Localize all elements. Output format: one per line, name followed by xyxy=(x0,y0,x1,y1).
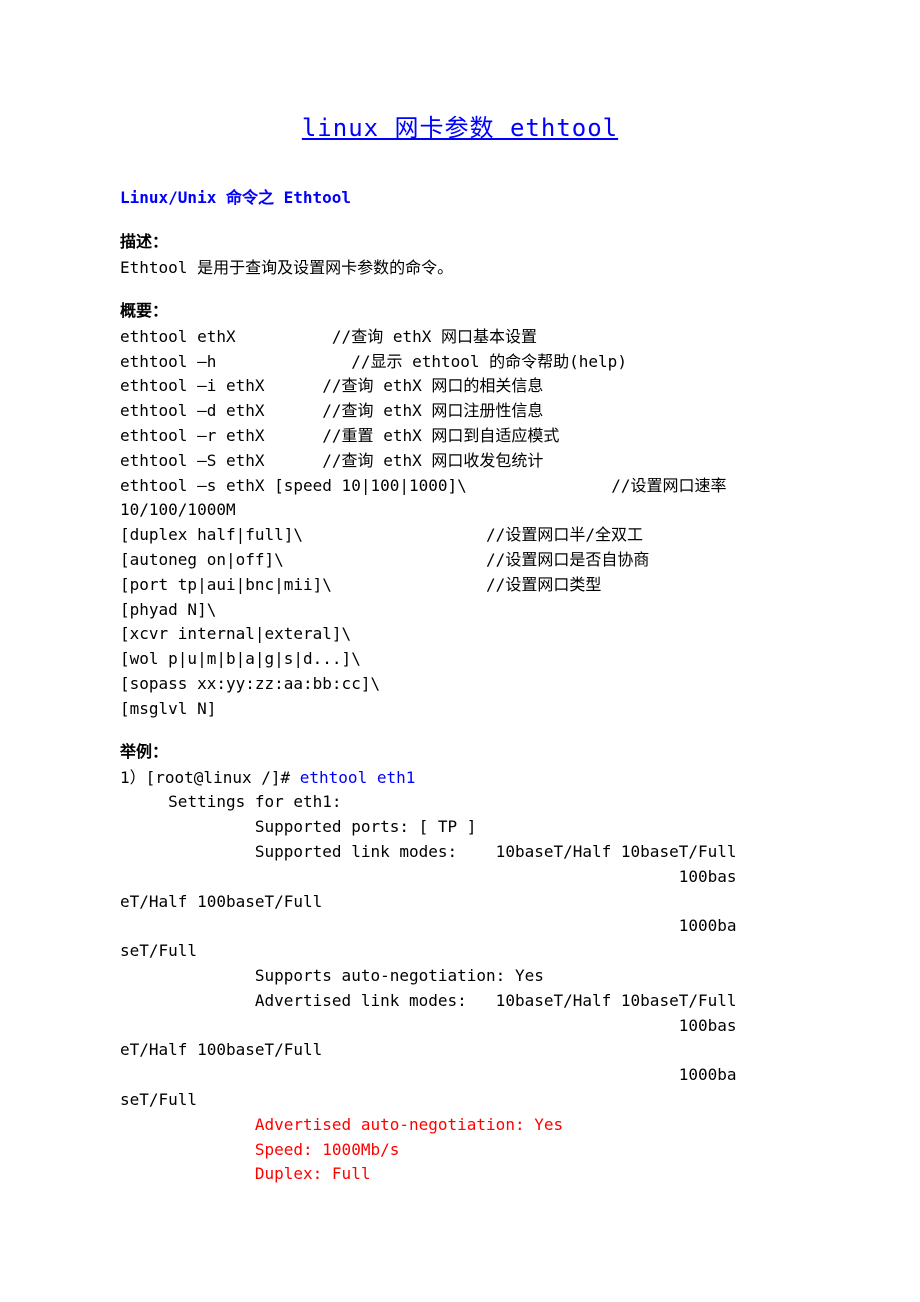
syn-line: [xcvr internal|exteral]\ xyxy=(120,624,351,643)
example-line: Advertised link modes: 10baseT/Half 10ba… xyxy=(120,991,737,1010)
page-title: linux 网卡参数 ethtool xyxy=(120,110,800,146)
example-line: 100bas xyxy=(120,867,737,886)
example-line: Settings for eth1: xyxy=(120,792,342,811)
syn-line: [port tp|aui|bnc|mii]\ //设置网口类型 xyxy=(120,575,601,594)
syn-line: [autoneg on|off]\ //设置网口是否自协商 xyxy=(120,550,649,569)
example-line: 100bas xyxy=(120,1016,737,1035)
syn-line: [wol p|u|m|b|a|g|s|d...]\ xyxy=(120,649,361,668)
description-text: Ethtool 是用于查询及设置网卡参数的命令。 xyxy=(120,256,800,281)
example-line: seT/Full xyxy=(120,1090,197,1109)
example-highlight-line: Speed: 1000Mb/s xyxy=(120,1140,399,1159)
syn-line: [duplex half|full]\ //设置网口半/全双工 xyxy=(120,525,643,544)
example-block: 1）[root@linux /]# ethtool eth1 Settings … xyxy=(120,766,800,1188)
example-line: 1000ba xyxy=(120,916,737,935)
example-highlight-line: Duplex: Full xyxy=(120,1164,370,1183)
synopsis-heading: 概要： xyxy=(120,299,800,323)
synopsis-block: ethtool ethX //查询 ethX 网口基本设置 ethtool –h… xyxy=(120,325,800,722)
example-line: Supported link modes: 10baseT/Half 10bas… xyxy=(120,842,737,861)
example-prompt: 1）[root@linux /]# xyxy=(120,768,300,787)
syn-line: ethtool –h //显示 ethtool 的命令帮助(help) xyxy=(120,352,627,371)
syn-line: [msglvl N] xyxy=(120,699,216,718)
syn-line: ethtool ethX //查询 ethX 网口基本设置 xyxy=(120,327,537,346)
document-page: linux 网卡参数 ethtool Linux/Unix 命令之 Ethtoo… xyxy=(0,0,920,1302)
syn-line: ethtool –d ethX //查询 ethX 网口注册性信息 xyxy=(120,401,543,420)
syn-line: ethtool –s ethX [speed 10|100|1000]\ //设… xyxy=(120,476,727,495)
syn-line: ethtool –r ethX //重置 ethX 网口到自适应模式 xyxy=(120,426,559,445)
syn-line: ethtool –i ethX //查询 ethX 网口的相关信息 xyxy=(120,376,543,395)
syn-line: 10/100/1000M xyxy=(120,500,236,519)
description-heading: 描述： xyxy=(120,230,800,254)
example-line: Supported ports: [ TP ] xyxy=(120,817,476,836)
example-heading: 举例： xyxy=(120,740,800,764)
example-line: eT/Half 100baseT/Full xyxy=(120,1040,322,1059)
example-line: eT/Half 100baseT/Full xyxy=(120,892,322,911)
example-line: 1000ba xyxy=(120,1065,737,1084)
example-highlight-line: Advertised auto-negotiation: Yes xyxy=(120,1115,563,1134)
example-line: Supports auto-negotiation: Yes xyxy=(120,966,544,985)
subtitle: Linux/Unix 命令之 Ethtool xyxy=(120,186,800,210)
syn-line: ethtool –S ethX //查询 ethX 网口收发包统计 xyxy=(120,451,543,470)
syn-line: [sopass xx:yy:zz:aa:bb:cc]\ xyxy=(120,674,380,693)
example-command: ethtool eth1 xyxy=(300,768,416,787)
syn-line: [phyad N]\ xyxy=(120,600,216,619)
example-line: seT/Full xyxy=(120,941,197,960)
